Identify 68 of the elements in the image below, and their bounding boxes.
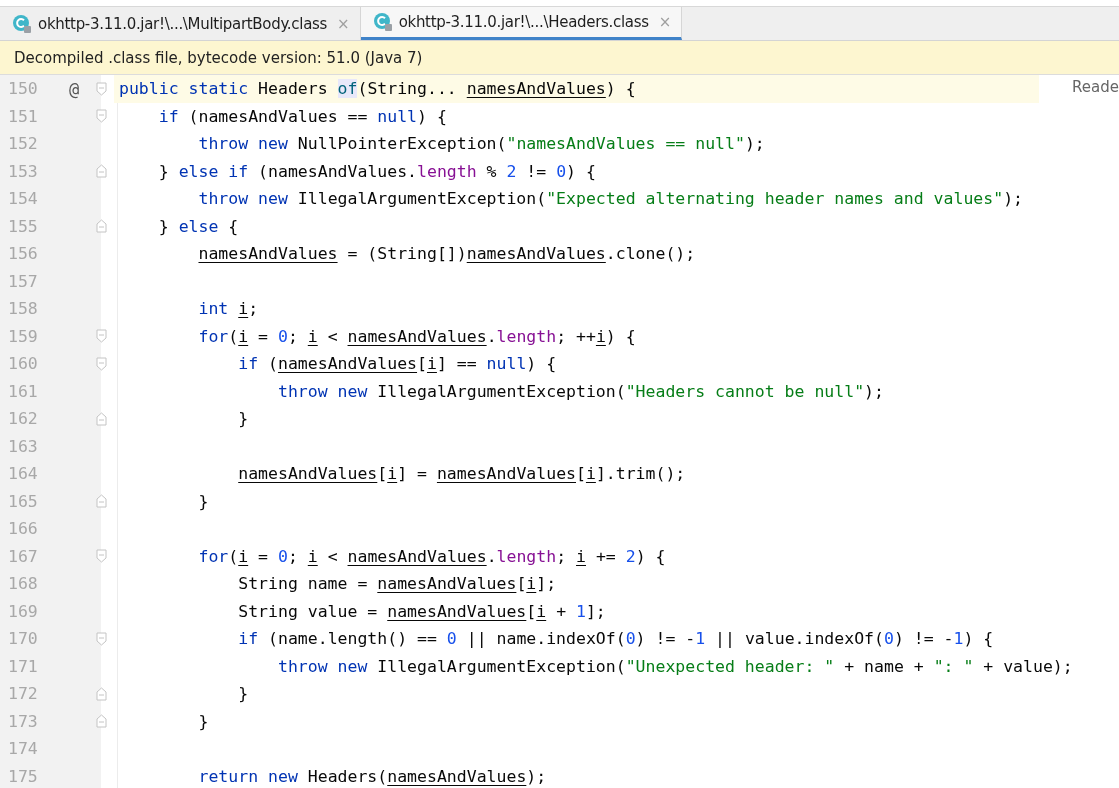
editor-tab[interactable]: okhttp-3.11.0.jar!\...\Headers.class ×: [360, 7, 683, 40]
fold-marker-icon[interactable]: [96, 631, 107, 646]
line-number: 151: [7, 105, 39, 128]
line-number: 160: [7, 353, 39, 376]
line-number: 170: [7, 628, 39, 651]
code-line: String value = namesAndValues[i + 1];: [237, 601, 606, 621]
fold-marker-icon[interactable]: [96, 219, 107, 234]
line-number: 159: [7, 325, 39, 348]
line-number: 163: [7, 435, 39, 458]
line-number: 152: [7, 133, 39, 156]
code-line: throw new IllegalArgumentException("Unexpected header: " + name + ": " + value);: [276, 656, 1073, 676]
fold-marker-icon[interactable]: [96, 81, 107, 96]
line-number: 169: [7, 600, 39, 623]
fold-marker-icon[interactable]: [96, 109, 107, 124]
class-file-icon: [372, 12, 393, 32]
line-number: 157: [7, 270, 39, 293]
class-file-icon: [12, 13, 32, 34]
line-number: 165: [7, 490, 39, 513]
line-number: 175: [7, 765, 39, 788]
line-number: 168: [7, 573, 39, 596]
code-line: if (name.length() == 0 || name.indexOf(0) != -1 || value.indexOf(0) != -1) {: [237, 629, 994, 649]
line-number: 174: [7, 738, 39, 761]
code-line: }: [237, 684, 249, 704]
line-number: 154: [7, 188, 39, 211]
line-number: 171: [7, 655, 39, 678]
fold-marker-icon[interactable]: [96, 686, 107, 701]
code-line: public static Headers of(String... namesAndValues) {: [119, 79, 636, 99]
fold-marker-icon[interactable]: [96, 164, 107, 179]
line-number: 153: [7, 160, 39, 183]
line-number: 164: [7, 463, 39, 486]
code-line: namesAndValues = (String[])namesAndValues.clone();: [197, 244, 696, 264]
fold-marker-icon[interactable]: [96, 356, 107, 371]
line-number: 166: [7, 518, 39, 541]
line-number: 172: [7, 683, 39, 706]
editor-tab[interactable]: okhttp-3.11.0.jar!\...\MultipartBody.class ×: [0, 7, 361, 40]
code-line: } else {: [157, 216, 239, 236]
code-line: for(i = 0; i < namesAndValues.length; ++i) {: [197, 326, 636, 346]
fold-marker-icon[interactable]: [96, 494, 107, 509]
line-number: 156: [7, 243, 39, 266]
fold-marker-icon[interactable]: [96, 411, 107, 426]
banner-text: Decompiled .class file, bytecode version: 51.0 (Java 7): [14, 48, 423, 67]
tab-label: okhttp-3.11.0.jar!\...\MultipartBody.class: [38, 14, 328, 33]
tab-label: okhttp-3.11.0.jar!\...\Headers.class: [398, 13, 649, 31]
line-number: 162: [7, 408, 39, 431]
code-line: namesAndValues[i] = namesAndValues[i].trim();: [237, 464, 686, 484]
code-line: } else if (namesAndValues.length % 2 != 0) {: [157, 161, 596, 181]
line-number: 150: [7, 78, 39, 101]
line-number: 173: [7, 710, 39, 733]
fold-marker-icon[interactable]: [96, 549, 107, 564]
code-line: int i;: [197, 299, 259, 319]
line-number: 167: [7, 545, 39, 568]
override-marker[interactable]: @: [52, 75, 96, 103]
fold-marker-icon[interactable]: [96, 714, 107, 729]
code-line: throw new IllegalArgumentException("Expected alternating header names and values");: [197, 189, 1024, 209]
code-line: return new Headers(namesAndValues);: [197, 766, 547, 786]
code-line: if (namesAndValues == null) {: [157, 106, 447, 126]
code-line: throw new NullPointerException("namesAndValues == null");: [197, 134, 765, 154]
code-line: }: [197, 711, 209, 731]
code-line: for(i = 0; i < namesAndValues.length; i += 2) {: [197, 546, 666, 566]
code-line: if (namesAndValues[i] == null) {: [237, 354, 557, 374]
code-line: }: [197, 491, 209, 511]
line-number: 161: [7, 380, 39, 403]
code-line: throw new IllegalArgumentException("Headers cannot be null");: [276, 381, 884, 401]
code-line: }: [237, 409, 249, 429]
line-number: 158: [7, 298, 39, 321]
line-number: 155: [7, 215, 39, 238]
fold-marker-icon[interactable]: [96, 329, 107, 344]
code-line: String name = namesAndValues[i];: [237, 574, 557, 594]
